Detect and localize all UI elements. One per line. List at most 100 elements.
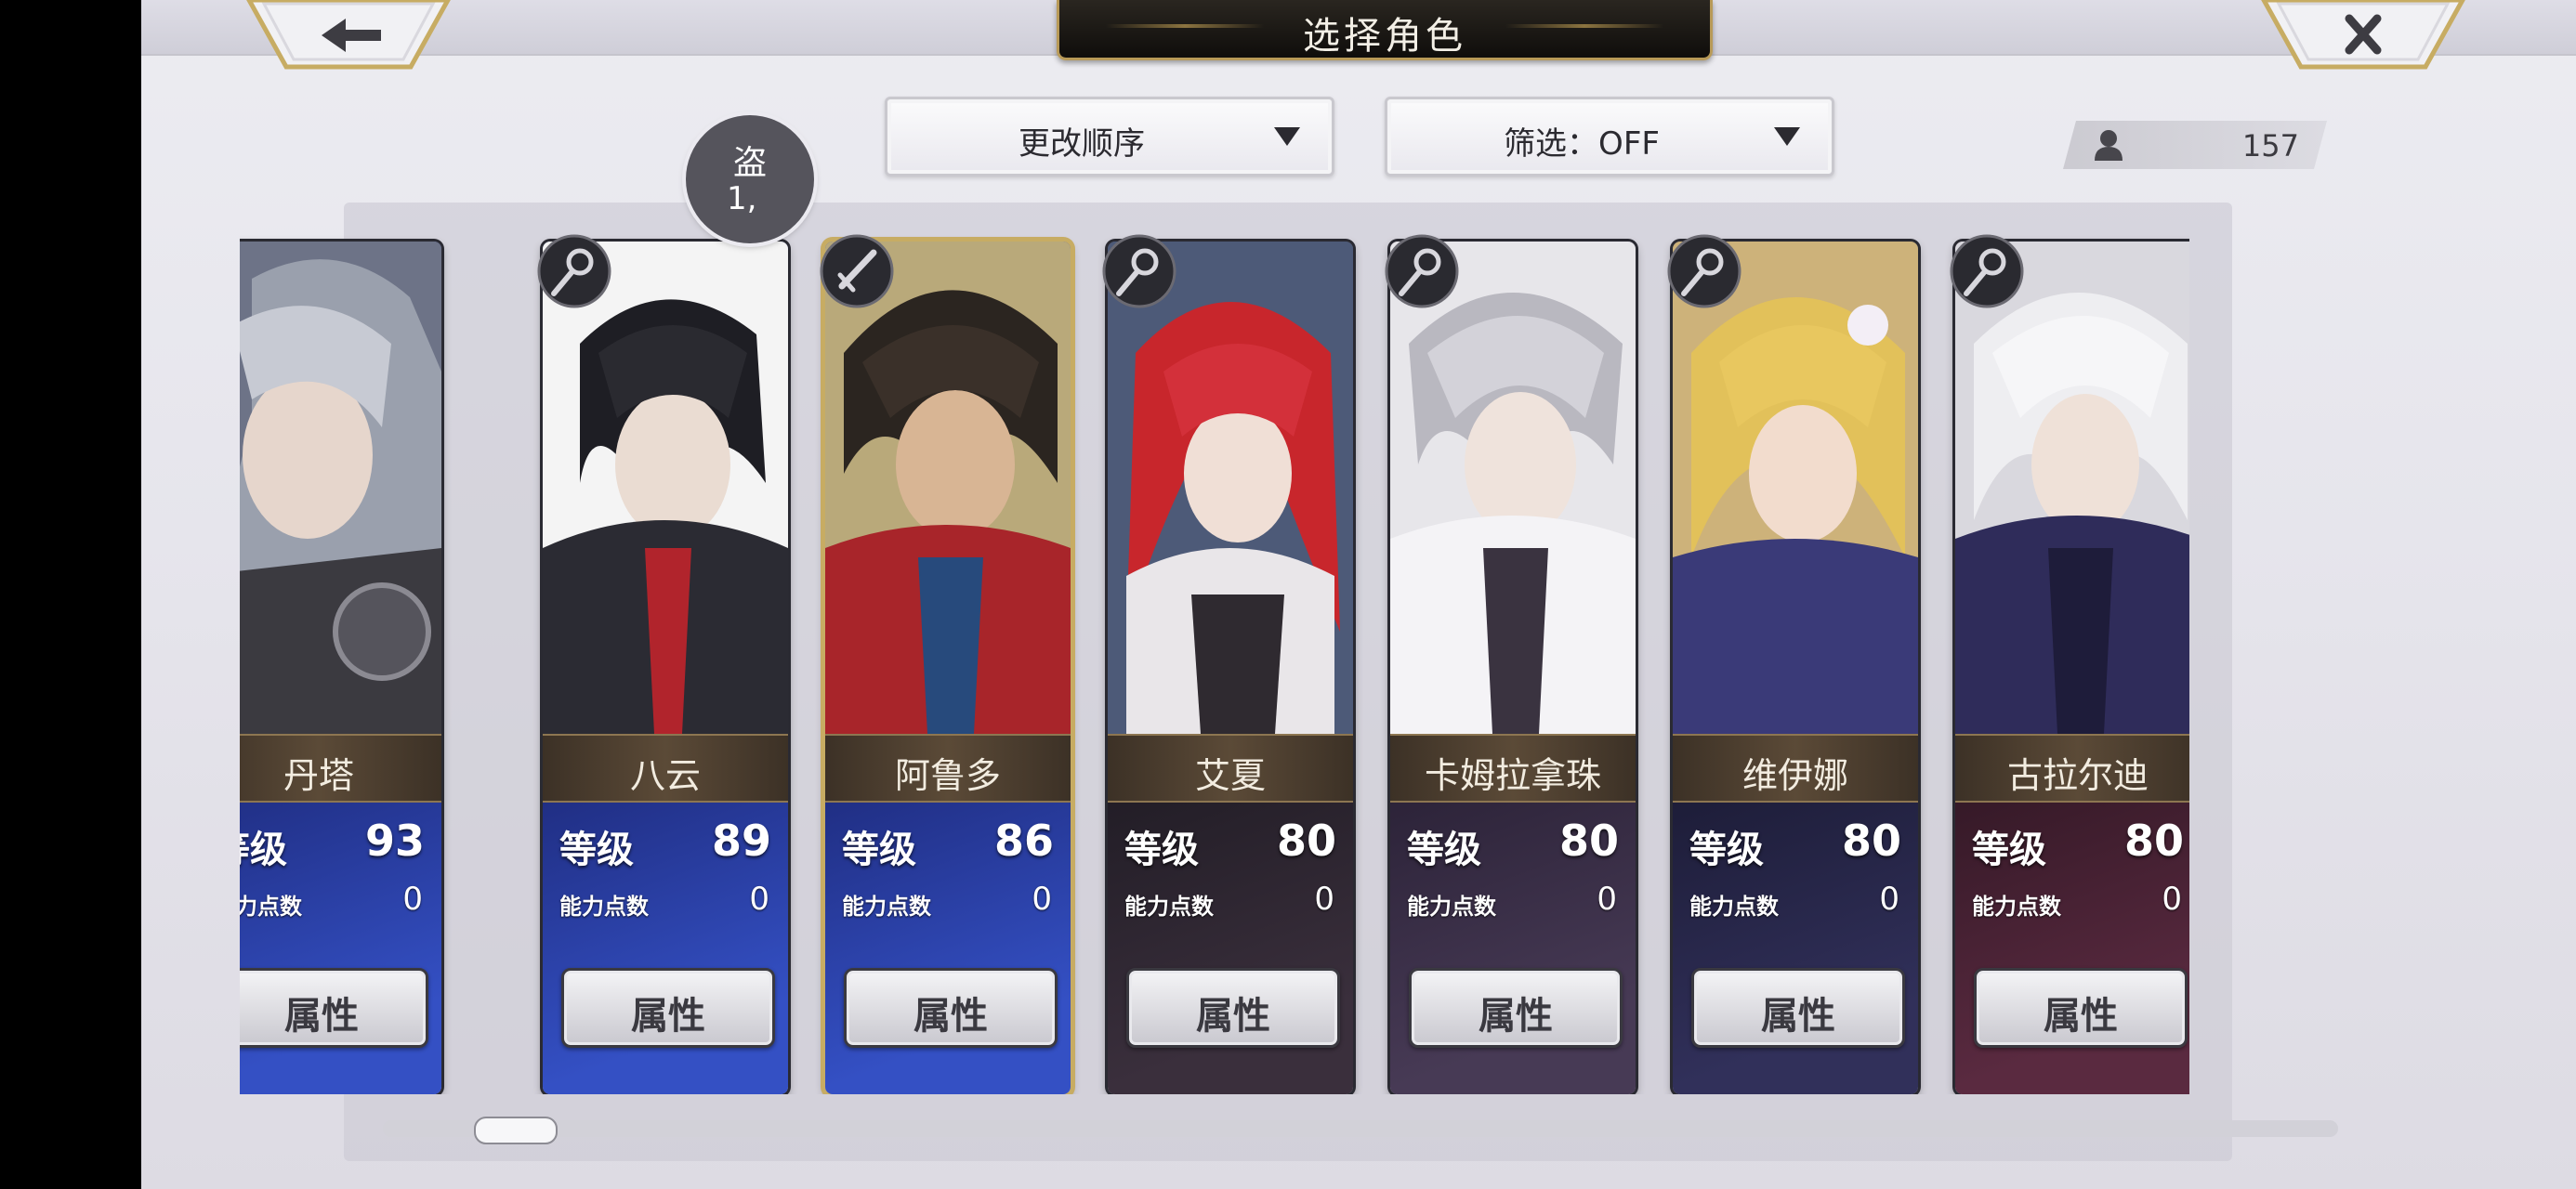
sort-order-label: 更改顺序 (1019, 125, 1145, 163)
attributes-button-label: 属性 (1761, 995, 1835, 1038)
attributes-button[interactable]: 属性 (561, 968, 775, 1048)
attributes-button-label: 属性 (631, 995, 705, 1038)
user-icon (2093, 129, 2124, 161)
staff-icon (1102, 234, 1176, 308)
card-frame: 古拉尔迪 等级 80 能力点数 0 (1955, 242, 2189, 1094)
level-label: 等级 (240, 829, 287, 871)
attributes-button-label: 属性 (2044, 995, 2118, 1038)
stats-area: 等级 80 能力点数 0 (1390, 799, 1636, 1094)
character-portrait (543, 242, 788, 734)
stats-area: 等级 80 能力点数 0 (1108, 799, 1353, 1094)
stats-area: 等级 89 能力点数 0 (543, 799, 788, 1094)
chevron-down-icon (1274, 127, 1300, 146)
character-carousel[interactable]: 丹塔 等级 93 能力点数 0 属性 (240, 223, 2189, 1094)
character-portrait (240, 242, 441, 734)
ability-points-label: 能力点数 (1689, 894, 1779, 920)
character-card[interactable]: 维伊娜 等级 80 能力点数 0 属性 (1667, 234, 1918, 1094)
attributes-button[interactable]: 属性 (844, 968, 1058, 1048)
level-label: 等级 (1124, 829, 1199, 871)
character-name: 丹塔 (283, 755, 354, 796)
staff-icon (537, 234, 611, 308)
card-frame: 维伊娜 等级 80 能力点数 0 (1673, 242, 1918, 1094)
character-name: 卡姆拉拿珠 (1424, 755, 1601, 796)
close-icon (2345, 14, 2382, 55)
attributes-button-label: 属性 (284, 995, 359, 1038)
card-frame: 阿鲁多 等级 86 能力点数 0 (825, 242, 1071, 1094)
ability-points-value: 0 (1314, 881, 1334, 918)
ability-points-label: 能力点数 (559, 894, 649, 920)
ability-points-label: 能力点数 (842, 894, 931, 920)
character-name: 古拉尔迪 (2006, 755, 2149, 796)
character-card[interactable]: 丹塔 等级 93 能力点数 0 属性 (240, 242, 441, 1094)
level-value: 80 (2123, 816, 2184, 866)
ability-points-label: 能力点数 (240, 894, 302, 920)
level-label: 等级 (1972, 829, 2046, 871)
character-count: 157 (2241, 128, 2299, 163)
name-plate: 八云 (543, 734, 788, 803)
level-label: 等级 (842, 829, 916, 871)
character-card[interactable]: 八云 等级 89 能力点数 0 属性 (537, 234, 788, 1094)
horizontal-scrollbar-track[interactable] (383, 1120, 2338, 1137)
attributes-button-label: 属性 (1479, 995, 1553, 1038)
level-value: 80 (1558, 816, 1619, 866)
close-button[interactable] (2256, 0, 2470, 72)
name-plate: 艾夏 (1108, 734, 1353, 803)
character-card[interactable]: 古拉尔迪 等级 80 能力点数 0 属性 (1950, 234, 2189, 1094)
character-portrait (1673, 242, 1918, 734)
attributes-button[interactable]: 属性 (1409, 968, 1623, 1048)
attributes-button-label: 属性 (913, 995, 988, 1038)
attributes-button[interactable]: 属性 (1974, 968, 2188, 1048)
character-count-badge: 157 (2063, 121, 2327, 169)
chevron-down-icon (1774, 127, 1800, 146)
ability-points-value: 0 (1032, 881, 1052, 918)
name-plate: 卡姆拉拿珠 (1390, 734, 1636, 803)
level-value: 80 (1276, 816, 1336, 866)
card-frame: 丹塔 等级 93 能力点数 0 (240, 242, 441, 1094)
sort-order-dropdown[interactable]: 更改顺序 (885, 97, 1334, 176)
level-value: 80 (1841, 816, 1901, 866)
back-button[interactable] (242, 0, 455, 72)
card-frame: 卡姆拉拿珠 等级 80 能力点数 0 (1390, 242, 1636, 1094)
class-tooltip: 盗 1, (686, 115, 814, 243)
name-plate: 古拉尔迪 (1955, 734, 2189, 803)
card-frame: 艾夏 等级 80 能力点数 0 (1108, 242, 1353, 1094)
staff-icon (1385, 234, 1459, 308)
stats-area: 等级 86 能力点数 0 (825, 799, 1071, 1094)
stats-area: 等级 80 能力点数 0 (1673, 799, 1918, 1094)
ability-points-label: 能力点数 (1407, 894, 1496, 920)
staff-icon (1667, 234, 1741, 308)
title-plate: 选择角色 (1057, 0, 1713, 60)
character-card[interactable]: 艾夏 等级 80 能力点数 0 属性 (1102, 234, 1353, 1094)
ability-points-value: 0 (2162, 881, 2182, 918)
name-plate: 阿鲁多 (825, 734, 1071, 803)
staff-icon (1950, 234, 2024, 308)
character-portrait (825, 242, 1071, 734)
attributes-button[interactable]: 属性 (240, 968, 428, 1048)
ability-points-value: 0 (402, 881, 423, 918)
character-card[interactable]: 卡姆拉拿珠 等级 80 能力点数 0 属性 (1385, 234, 1636, 1094)
character-portrait (1955, 242, 2189, 734)
level-label: 等级 (559, 829, 634, 871)
attributes-button[interactable]: 属性 (1691, 968, 1905, 1048)
filter-dropdown[interactable]: 筛选：OFF (1385, 97, 1834, 176)
level-label: 等级 (1407, 829, 1481, 871)
character-portrait (1108, 242, 1353, 734)
character-card[interactable]: 阿鲁多 等级 86 能力点数 0 属性 (820, 234, 1071, 1094)
ability-points-value: 0 (1879, 881, 1899, 918)
page-title: 选择角色 (1303, 15, 1466, 58)
tooltip-line-1: 盗 (732, 144, 767, 182)
character-name: 八云 (629, 755, 701, 796)
level-value: 89 (711, 816, 771, 866)
tooltip-line-2: 1, (727, 180, 757, 217)
horizontal-scrollbar-thumb[interactable] (474, 1117, 558, 1144)
ability-points-value: 0 (749, 881, 769, 918)
sword-icon (820, 234, 894, 308)
stats-area: 等级 93 能力点数 0 (240, 799, 441, 1094)
level-value: 86 (993, 816, 1054, 866)
character-name: 维伊娜 (1741, 755, 1848, 796)
character-name: 阿鲁多 (894, 755, 1001, 796)
character-name: 艾夏 (1194, 755, 1266, 796)
ability-points-value: 0 (1597, 881, 1617, 918)
attributes-button[interactable]: 属性 (1126, 968, 1340, 1048)
filter-label: 筛选：OFF (1504, 125, 1660, 163)
